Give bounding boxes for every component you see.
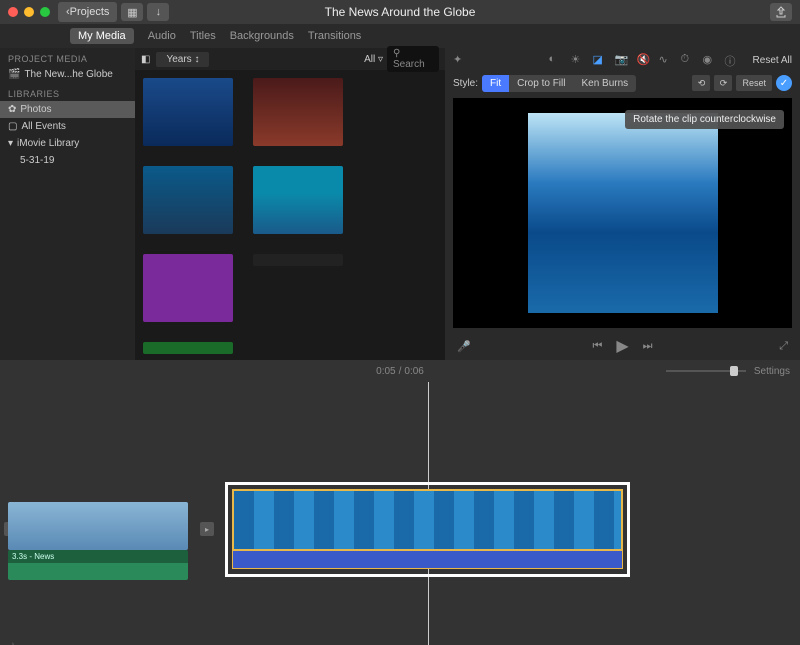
tab-audio[interactable]: Audio [148,30,176,42]
current-time: 0:05 [376,366,395,377]
rotate-ccw-button[interactable]: ⟲ [692,75,710,91]
crop-style-segment: Fit Crop to Fill Ken Burns [482,75,636,92]
stabilization-icon[interactable]: 📷 [615,53,629,67]
track-nav-right[interactable]: ▸ [200,522,214,536]
zoom-slider[interactable] [666,370,746,372]
media-thumbnail[interactable] [143,166,233,234]
prev-frame-icon[interactable]: ⏮ [592,340,602,353]
timeline-tracks[interactable]: ◂ ▸ 3.3s - News ♪ [0,382,800,645]
sidebar-photos[interactable]: ✿ Photos [0,101,135,118]
projects-label: Projects [70,6,110,18]
ken-burns-button[interactable]: Ken Burns [573,75,636,92]
video-clip-audio-track[interactable] [232,551,623,569]
media-thumbnail[interactable] [143,254,233,322]
media-tabs: My Media Audio Titles Backgrounds Transi… [0,24,800,48]
playback-controls: 🎤 ⏮ ▶ ⏭ ⤢ [445,332,800,360]
maximize-window-icon[interactable] [40,7,50,17]
tab-backgrounds[interactable]: Backgrounds [230,30,294,42]
clapper-icon: 🎬 [8,69,20,80]
tab-titles[interactable]: Titles [190,30,216,42]
timeline: 0:05 / 0:06 Settings ◂ ▸ 3.3s - News ♪ [0,360,800,645]
sidebar-toggle-icon[interactable]: ◧ [141,54,150,65]
imovie-library-label: iMovie Library [17,138,79,149]
next-frame-icon[interactable]: ⏭ [643,340,653,353]
tab-transitions[interactable]: Transitions [308,30,361,42]
projects-back-button[interactable]: ‹ Projects [58,2,117,22]
audio-clip-label: 3.3s - News [8,550,188,563]
total-time: 0:06 [404,366,423,377]
disclosure-triangle-icon[interactable]: ▾ [8,138,13,149]
selected-clip[interactable] [225,482,630,577]
sidebar-date-item[interactable]: 5-31-19 [0,152,135,169]
noise-reduction-icon[interactable]: ∿ [659,53,673,67]
settings-button[interactable]: Settings [754,366,790,377]
library-view-button[interactable]: ▦ [121,3,143,21]
sidebar-imovie-library[interactable]: ▾ iMovie Library [0,135,135,152]
minimize-window-icon[interactable] [24,7,34,17]
sidebar-project-item[interactable]: 🎬 The New...he Globe [0,66,135,83]
color-correction-icon[interactable]: ☀ [571,53,585,67]
photos-icon: ✿ [8,104,16,115]
crop-style-bar: Style: Fit Crop to Fill Ken Burns ⟲ ⟳ Re… [445,72,800,94]
viewer-panel: ✦ ◐ ☀ ◪ 📷 🔇 ∿ ⏱ ◉ ⓘ Reset All Style: Fit… [445,48,800,360]
import-button[interactable]: ↓ [147,3,169,21]
rotate-tooltip: Rotate the clip counterclockwise [625,110,784,129]
volume-icon[interactable]: 🔇 [637,53,651,67]
crop-to-fill-button[interactable]: Crop to Fill [509,75,573,92]
media-thumbnail[interactable] [253,254,343,266]
filter-all[interactable]: All ▿ [364,54,383,65]
titlebar: ‹ Projects ▦ ↓ The News Around the Globe [0,0,800,24]
media-thumbnail[interactable] [253,78,343,146]
viewer-toolbar: ✦ ◐ ☀ ◪ 📷 🔇 ∿ ⏱ ◉ ⓘ Reset All [445,48,800,72]
photos-label: Photos [20,104,51,115]
fullscreen-icon[interactable]: ⤢ [779,340,788,353]
style-label: Style: [453,78,478,89]
voiceover-icon[interactable]: 🎤 [457,340,471,353]
preview-viewport[interactable]: Rotate the clip counterclockwise [453,98,792,328]
video-clip-map[interactable] [8,502,188,550]
timeline-header: 0:05 / 0:06 Settings [0,360,800,382]
reset-crop-button[interactable]: Reset [736,75,772,91]
share-button[interactable] [770,3,792,21]
thumbnail-grid [135,70,445,360]
media-thumbnail[interactable] [143,342,233,354]
play-icon[interactable]: ▶ [616,336,628,356]
media-thumbnail[interactable] [143,78,233,146]
close-window-icon[interactable] [8,7,18,17]
sidebar-all-events[interactable]: ▢ All Events [0,118,135,135]
libraries-header: LIBRARIES [0,83,135,101]
fit-button[interactable]: Fit [482,75,509,92]
info-icon[interactable]: ⓘ [725,53,739,67]
preview-image [528,113,718,313]
enhance-icon[interactable]: ✦ [453,53,467,67]
project-media-header: PROJECT MEDIA [0,48,135,66]
rotate-cw-button[interactable]: ⟳ [714,75,732,91]
crop-icon[interactable]: ◪ [593,53,607,67]
date-label: 5-31-19 [20,155,54,166]
project-title: The News Around the Globe [0,5,800,19]
search-input[interactable]: ⚲ Search [387,46,439,72]
tab-my-media[interactable]: My Media [70,28,134,44]
top-pane: PROJECT MEDIA 🎬 The New...he Globe LIBRA… [0,48,800,360]
clip-filter-icon[interactable]: ◉ [703,53,717,67]
media-thumbnail[interactable] [253,166,343,234]
apply-crop-button[interactable]: ✓ [776,75,792,91]
speed-icon[interactable]: ⏱ [681,53,695,67]
music-track-icon: ♪ [10,640,15,645]
video-clip-waterfall[interactable] [232,489,623,551]
window-controls [8,7,50,17]
share-icon [775,6,787,18]
audio-clip-news[interactable]: 3.3s - News [8,550,188,580]
browser-toolbar: ◧ Years ↕ All ▿ ⚲ Search [135,48,445,70]
years-filter[interactable]: Years ↕ [156,52,209,67]
all-events-label: All Events [21,121,65,132]
events-icon: ▢ [8,121,17,132]
sidebar: PROJECT MEDIA 🎬 The New...he Globe LIBRA… [0,48,135,360]
reset-all-button[interactable]: Reset All [753,55,792,66]
project-name-label: The New...he Globe [24,69,112,80]
color-balance-icon[interactable]: ◐ [549,53,563,67]
media-browser: ◧ Years ↕ All ▿ ⚲ Search [135,48,445,360]
